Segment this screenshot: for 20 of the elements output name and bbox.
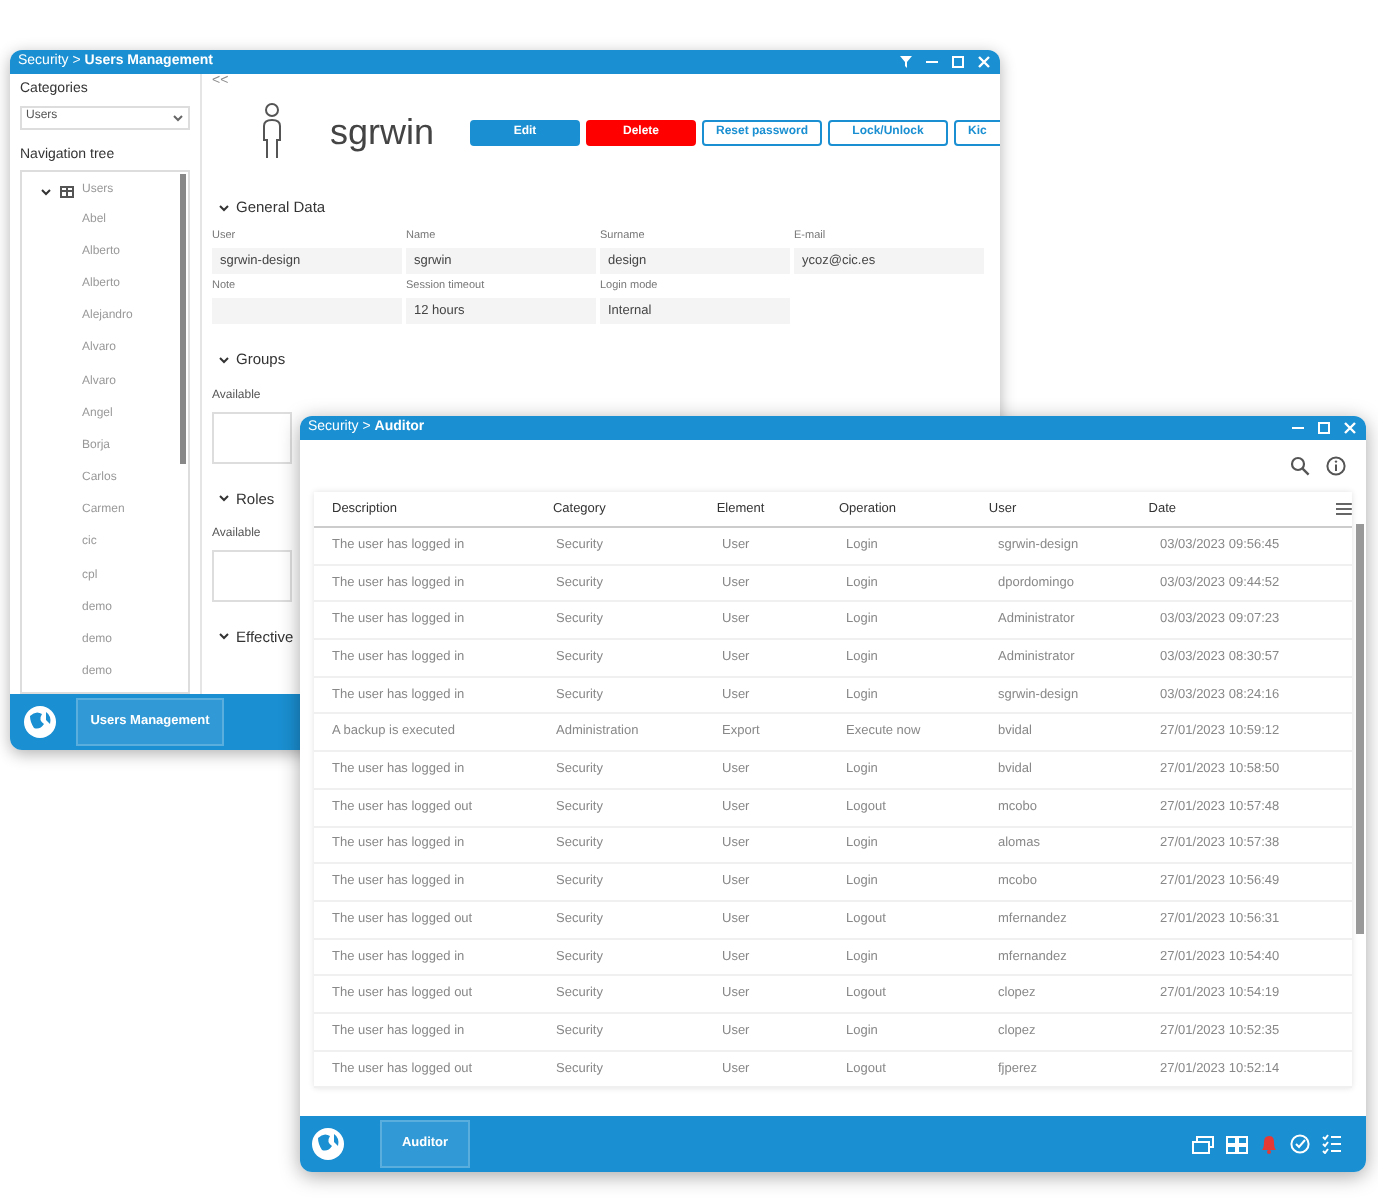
checklist-icon[interactable] bbox=[1322, 1134, 1342, 1154]
stack-icon[interactable] bbox=[1192, 1135, 1214, 1153]
info-icon[interactable] bbox=[1326, 456, 1346, 476]
user-name: sgrwin bbox=[330, 109, 435, 156]
globe-icon bbox=[310, 1126, 346, 1162]
table-icon bbox=[60, 185, 74, 197]
globe-icon bbox=[22, 704, 58, 740]
chevron-icon bbox=[172, 111, 184, 123]
check-circle-icon[interactable] bbox=[1290, 1134, 1310, 1154]
maximize-icon[interactable] bbox=[1316, 420, 1332, 436]
filter-icon[interactable] bbox=[898, 54, 914, 70]
person-icon bbox=[258, 102, 286, 162]
scrollbar-thumb[interactable] bbox=[180, 174, 186, 464]
close-icon[interactable] bbox=[1342, 420, 1358, 436]
grid-icon[interactable] bbox=[1226, 1135, 1248, 1153]
scrollbar-thumb[interactable] bbox=[1356, 524, 1364, 934]
maximize-icon[interactable] bbox=[950, 54, 966, 70]
close-icon[interactable] bbox=[976, 54, 992, 70]
menu-icon[interactable] bbox=[1336, 502, 1352, 516]
search-icon[interactable] bbox=[1290, 456, 1310, 476]
